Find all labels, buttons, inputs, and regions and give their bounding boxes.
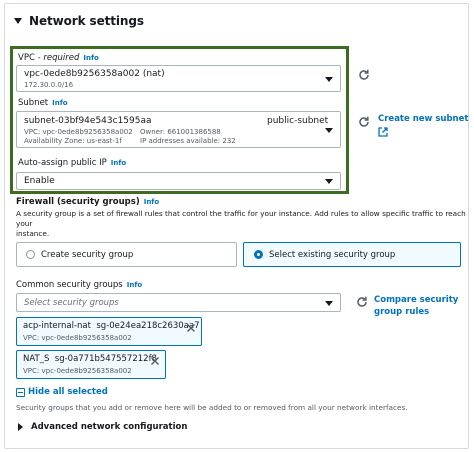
security-group-token: NAT_S sg-0a771b547557212f8 VPC: vpc-0ede… [16,350,166,379]
common-security-groups-info-link[interactable]: Info [127,281,142,289]
create-security-group-option[interactable]: Create security group [16,242,237,267]
section-header[interactable]: Network settings [14,11,144,31]
compare-security-group-rules-link[interactable]: Compare security group rules [374,294,458,318]
security-group-token-name: acp-internal-nat sg-0e24ea218c2630aa7 [23,321,200,331]
close-icon[interactable] [150,356,160,366]
security-group-token-vpc: VPC: vpc-0ede8b9256358a002 [23,334,132,342]
chevron-down-icon [325,179,333,184]
firewall-label: Firewall (security groups) Info [16,197,160,207]
security-group-token-name: NAT_S sg-0a771b547557212f8 [23,354,157,364]
subnet-name: public-subnet [267,116,329,126]
security-groups-select[interactable]: Select security groups [16,293,341,312]
create-security-group-label: Create security group [41,250,134,260]
security-group-token-vpc: VPC: vpc-0ede8b9256358a002 [23,367,132,375]
subnet-az: Availability Zone: us-east-1f [24,137,122,145]
select-existing-security-group-label: Select existing security group [269,250,396,260]
security-group-token: acp-internal-nat sg-0e24ea218c2630aa7 VP… [16,317,202,346]
subnet-info-link[interactable]: Info [52,99,67,107]
chevron-down-icon [325,301,333,306]
subnet-select[interactable]: subnet-03bf94e543c1595aa public-subnet V… [16,111,341,148]
vpc-value: vpc-0ede8b9256358a002 (nat) [24,69,165,79]
vpc-info-link[interactable]: Info [83,54,98,62]
refresh-icon[interactable] [356,296,368,308]
hide-all-selected-label: Hide all selected [28,387,108,397]
refresh-icon[interactable] [358,116,370,128]
external-link-icon[interactable] [378,127,388,137]
vpc-select[interactable]: vpc-0ede8b9256358a002 (nat) 172.30.0.0/1… [16,65,341,92]
collapse-icon [16,387,25,397]
create-security-group-radio[interactable] [26,250,35,259]
subnet-label: Subnet Info [18,98,68,108]
section-title: Network settings [29,14,144,28]
advanced-network-configuration-label: Advanced network configuration [31,422,188,432]
security-groups-placeholder: Select security groups [24,298,119,308]
refresh-icon[interactable] [358,69,370,81]
chevron-down-icon [325,128,333,133]
common-security-groups-label: Common security groups Info [16,280,143,290]
auto-assign-label: Auto-assign public IP Info [18,158,127,168]
subnet-ips: IP addresses available: 232 [140,137,236,145]
vpc-cidr: 172.30.0.0/16 [24,81,74,89]
security-groups-note: Security groups that you add or remove h… [16,403,408,412]
hide-all-selected-toggle[interactable]: Hide all selected [16,386,108,398]
chevron-down-icon [325,77,333,82]
subnet-vpc: VPC: vpc-0ede8b9256358a002 [24,128,133,136]
auto-assign-info-link[interactable]: Info [111,159,126,167]
auto-assign-select[interactable]: Enable [16,172,341,190]
auto-assign-value: Enable [24,176,55,186]
close-icon[interactable] [186,323,196,333]
advanced-network-configuration-toggle[interactable]: Advanced network configuration [18,422,187,432]
create-new-subnet-link[interactable]: Create new subnet [378,113,468,125]
caret-down-icon [14,18,22,24]
caret-right-icon [18,423,23,431]
subnet-owner: Owner: 661001386588 [140,128,221,136]
select-existing-security-group-option[interactable]: Select existing security group [243,242,461,267]
firewall-description: A security group is a set of firewall ru… [16,209,466,238]
firewall-info-link[interactable]: Info [144,198,159,206]
subnet-id: subnet-03bf94e543c1595aa [24,116,152,126]
select-existing-security-group-radio[interactable] [254,250,263,259]
vpc-label: VPC - required Info [18,53,99,63]
